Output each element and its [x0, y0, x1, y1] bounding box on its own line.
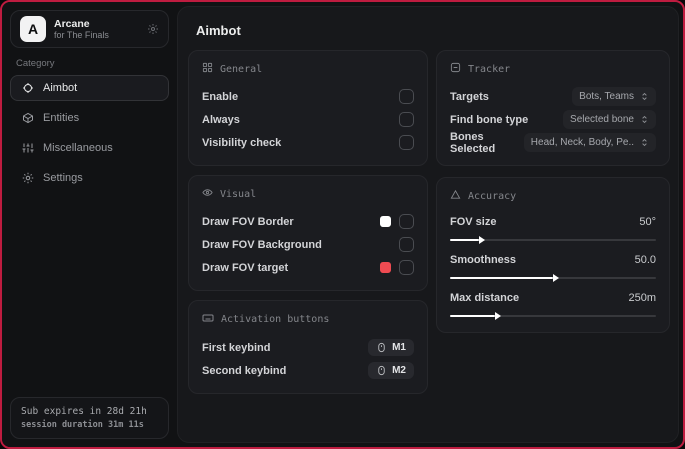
setting-row-fov-target: Draw FOV target	[202, 256, 414, 279]
triangle-icon	[450, 189, 461, 203]
sidebar-item-aimbot[interactable]: Aimbot	[10, 75, 169, 101]
cube-icon	[21, 112, 34, 124]
setting-row-fov-border: Draw FOV Border	[202, 210, 414, 233]
fov-border-color-swatch[interactable]	[380, 216, 391, 227]
setting-row-find-bone-type: Find bone type Selected bone	[450, 108, 656, 131]
find-bone-type-dropdown[interactable]: Selected bone	[563, 110, 656, 129]
mouse-icon	[378, 342, 385, 353]
chevron-up-down-icon	[642, 92, 647, 101]
activation-card: Activation buttons First keybind M1 Seco…	[188, 300, 428, 394]
card-header-label: Activation buttons	[221, 314, 330, 325]
enable-checkbox[interactable]	[399, 89, 414, 104]
card-header-label: Accuracy	[468, 190, 517, 202]
setting-row-max-distance: Max distance 250m	[450, 288, 656, 320]
sliders-icon	[21, 142, 34, 154]
card-header-label: Tracker	[468, 63, 511, 75]
general-card: General Enable Always Visibility check	[188, 50, 428, 166]
sidebar-item-label: Aimbot	[43, 82, 78, 94]
sidebar-item-label: Entities	[43, 112, 80, 124]
fov-size-value: 50°	[639, 216, 656, 228]
eye-icon	[202, 187, 213, 201]
subscription-card: Sub expires in 28d 21h session duration …	[10, 397, 169, 439]
sidebar-item-label: Settings	[43, 172, 83, 184]
setting-row-always: Always	[202, 108, 414, 131]
sidebar-item-label: Miscellaneous	[43, 142, 113, 154]
category-label: Category	[16, 58, 55, 69]
sidebar-item-entities[interactable]: Entities	[10, 105, 169, 131]
sidebar-item-settings[interactable]: Settings	[10, 165, 169, 191]
keyboard-icon	[202, 312, 214, 327]
page-title: Aimbot	[196, 23, 241, 38]
always-checkbox[interactable]	[399, 112, 414, 127]
max-distance-value: 250m	[628, 292, 656, 304]
setting-row-fov-background: Draw FOV Background	[202, 233, 414, 256]
brand-card: A Arcane for The Finals	[10, 10, 169, 48]
crosshair-icon	[21, 82, 34, 94]
gear-icon[interactable]	[147, 23, 159, 35]
gear-icon	[21, 172, 34, 184]
sub-expiry-text: Sub expires in 28d 21h	[21, 406, 147, 417]
slider-thumb[interactable]	[478, 236, 485, 244]
targets-dropdown[interactable]: Bots, Teams	[572, 87, 656, 106]
setting-row-enable: Enable	[202, 85, 414, 108]
setting-row-visibility-check: Visibility check	[202, 131, 414, 154]
fov-border-checkbox[interactable]	[399, 214, 414, 229]
visual-card: Visual Draw FOV Border Draw FOV Backgrou…	[188, 175, 428, 291]
main-panel: Aimbot General Enable Always Visibility …	[177, 6, 679, 443]
tracker-card: Tracker Targets Bots, Teams Find bone ty…	[436, 50, 670, 166]
brand-logo: A	[20, 16, 46, 42]
accuracy-card: Accuracy FOV size 50° Smoothness 50.0 Ma…	[436, 177, 670, 333]
brand-subtitle: for The Finals	[54, 29, 109, 40]
smoothness-value: 50.0	[634, 254, 656, 266]
setting-row-targets: Targets Bots, Teams	[450, 85, 656, 108]
max-distance-slider[interactable]	[450, 312, 656, 320]
bones-selected-dropdown[interactable]: Head, Neck, Body, Pe..	[523, 133, 656, 152]
session-duration-text: session duration 31m 11s	[21, 420, 144, 430]
sidebar-menu: Aimbot Entities Miscellaneous Settings	[2, 75, 177, 191]
grid-icon	[202, 62, 213, 76]
second-keybind-button[interactable]: M2	[368, 362, 414, 379]
brand-title: Arcane	[54, 17, 90, 30]
sidebar: A Arcane for The Finals Category Aimbot …	[2, 2, 177, 447]
smoothness-slider[interactable]	[450, 274, 656, 282]
setting-row-fov-size: FOV size 50°	[450, 212, 656, 244]
setting-row-second-keybind: Second keybind M2	[202, 359, 414, 382]
fov-background-checkbox[interactable]	[399, 237, 414, 252]
mouse-icon	[378, 365, 385, 376]
first-keybind-button[interactable]: M1	[368, 339, 414, 356]
fov-target-checkbox[interactable]	[399, 260, 414, 275]
setting-row-bones-selected: Bones Selected Head, Neck, Body, Pe..	[450, 131, 656, 155]
chevron-up-down-icon	[642, 115, 647, 124]
scan-icon	[450, 62, 461, 76]
fov-target-color-swatch[interactable]	[380, 262, 391, 273]
app-window: A Arcane for The Finals Category Aimbot …	[0, 0, 685, 449]
setting-row-first-keybind: First keybind M1	[202, 336, 414, 359]
card-header-label: General	[220, 63, 263, 75]
visibility-check-checkbox[interactable]	[399, 135, 414, 150]
slider-thumb[interactable]	[495, 312, 502, 320]
slider-thumb[interactable]	[553, 274, 559, 282]
setting-row-smoothness: Smoothness 50.0	[450, 250, 656, 282]
chevron-up-down-icon	[642, 138, 647, 147]
card-header-label: Visual	[220, 188, 257, 200]
sidebar-item-miscellaneous[interactable]: Miscellaneous	[10, 135, 169, 161]
fov-size-slider[interactable]	[450, 236, 656, 244]
